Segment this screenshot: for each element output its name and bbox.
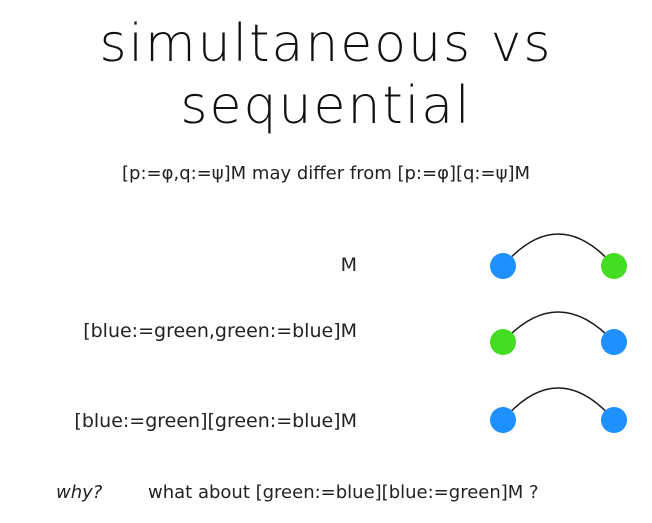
sequential-right-node [601,407,627,433]
simultaneous-right-node [601,329,627,355]
title-line-2: sequential [180,76,472,136]
row-label-sequential: [blue:=green][green:=blue]M [74,410,357,432]
subtitle-formula: [p:=φ,q:=ψ]M may differ from [p:=φ][q:=ψ… [122,163,530,184]
model-left-node [490,253,516,279]
sequential-edge [502,387,615,421]
row-label-model: M [340,254,357,276]
model-edge [502,233,615,267]
title-line-1: simultaneous vs [99,14,553,74]
model-graph [490,233,627,279]
simultaneous-graph [490,311,627,355]
sequential-left-node [490,407,516,433]
model-right-node [601,253,627,279]
simultaneous-edge [502,311,615,343]
what-about-question: what about [green:=blue][blue:=green]M ? [148,482,539,503]
row-label-simultaneous: [blue:=green,green:=blue]M [83,320,357,342]
why-question: why? [56,482,103,503]
sequential-graph [490,387,627,433]
simultaneous-left-node [490,329,516,355]
